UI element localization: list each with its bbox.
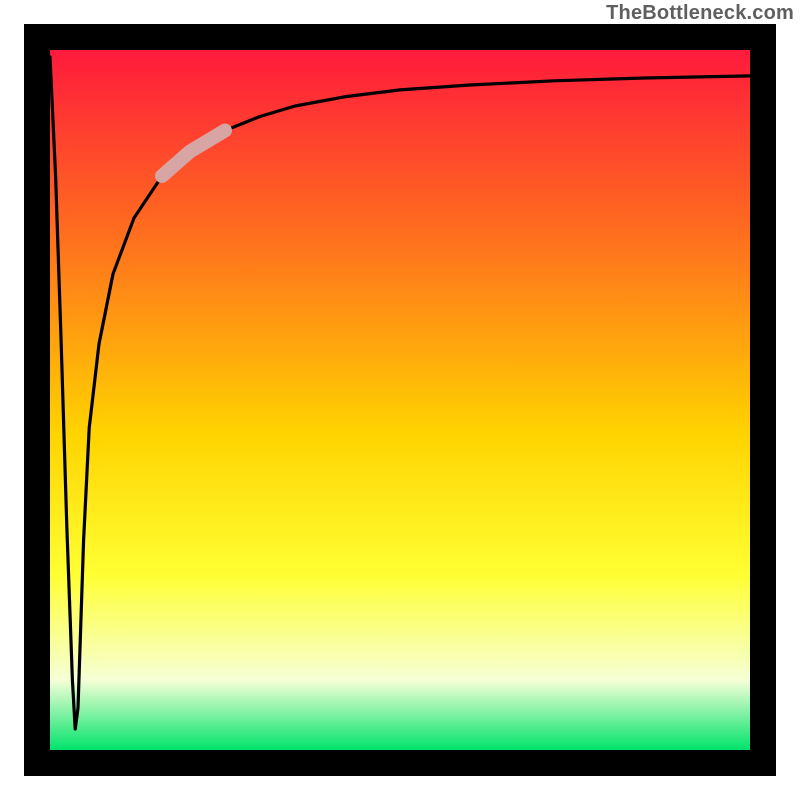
watermark-text: TheBottleneck.com	[606, 2, 794, 25]
chart-stage: TheBottleneck.com	[0, 0, 800, 800]
plot-background	[50, 50, 750, 750]
bottleneck-chart	[0, 0, 800, 800]
